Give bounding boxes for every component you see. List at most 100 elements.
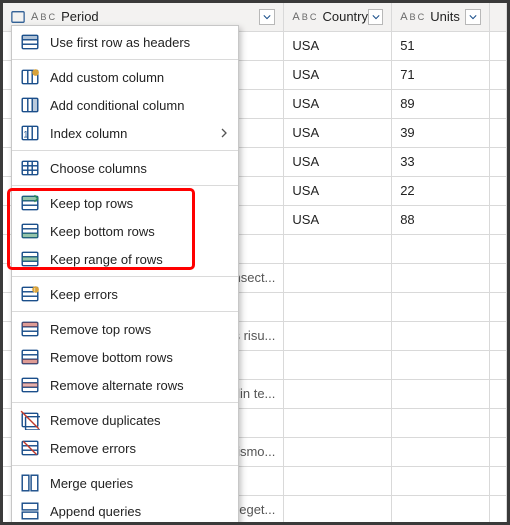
column-header-tail <box>490 3 507 32</box>
menu-item-label: Add custom column <box>50 70 228 85</box>
menu-item-label: Remove bottom rows <box>50 350 228 365</box>
keeprange-icon <box>20 249 40 269</box>
menu-item-add-cond-col[interactable]: Add conditional column <box>12 91 238 119</box>
cell-country <box>284 496 392 525</box>
cell-country <box>284 235 392 264</box>
menu-item-keep-errors[interactable]: ! Keep errors <box>12 280 238 308</box>
menu-separator <box>12 465 238 466</box>
app-frame: ABC Period ABC Country ABC Units <box>0 0 510 525</box>
menu-item-remove-alt[interactable]: Remove alternate rows <box>12 371 238 399</box>
cell-units: 33 <box>392 148 490 177</box>
keepbottom-icon <box>20 221 40 241</box>
cell-units <box>392 264 490 293</box>
menu-item-index-col[interactable]: 1Index column <box>12 119 238 147</box>
menu-item-keep-top[interactable]: Keep top rows <box>12 189 238 217</box>
menu-separator <box>12 59 238 60</box>
cell-tail <box>490 90 507 119</box>
column-filter-button[interactable] <box>465 9 481 25</box>
cell-country <box>284 438 392 467</box>
cell-units <box>392 409 490 438</box>
column-header-country[interactable]: ABC Country <box>284 3 392 32</box>
column-header-label: Units <box>430 7 460 27</box>
cell-units: 22 <box>392 177 490 206</box>
cell-units: 71 <box>392 61 490 90</box>
menu-item-remove-bottom[interactable]: Remove bottom rows <box>12 343 238 371</box>
cell-country <box>284 264 392 293</box>
cell-country: USA <box>284 177 392 206</box>
cell-country: USA <box>284 90 392 119</box>
abc-badge: ABC <box>292 7 316 27</box>
menu-item-merge-q[interactable]: Merge queries <box>12 469 238 497</box>
menu-item-add-custom-col[interactable]: Add custom column <box>12 63 238 91</box>
column-filter-button[interactable] <box>368 9 383 25</box>
cell-units <box>392 235 490 264</box>
menu-item-use-first-row[interactable]: Use first row as headers <box>12 28 238 56</box>
abc-badge: ABC <box>31 7 55 27</box>
cell-tail <box>490 148 507 177</box>
cell-tail <box>490 322 507 351</box>
column-filter-button[interactable] <box>259 9 275 25</box>
menu-item-keep-bottom[interactable]: Keep bottom rows <box>12 217 238 245</box>
menu-item-append-q[interactable]: Append queries <box>12 497 238 525</box>
remdup-icon <box>20 410 40 430</box>
cell-tail <box>490 467 507 496</box>
menu-item-label: Keep errors <box>50 287 228 302</box>
menu-item-remove-top[interactable]: Remove top rows <box>12 315 238 343</box>
cell-units: 39 <box>392 119 490 148</box>
cell-tail <box>490 235 507 264</box>
menu-item-remove-err[interactable]: Remove errors <box>12 434 238 462</box>
cell-country <box>284 293 392 322</box>
svg-text:!: ! <box>34 287 36 294</box>
menu-item-label: Remove top rows <box>50 322 228 337</box>
column-header-label: Period <box>61 7 99 27</box>
cell-tail <box>490 438 507 467</box>
cell-units <box>392 380 490 409</box>
menu-item-remove-dup[interactable]: Remove duplicates <box>12 406 238 434</box>
text-type-icon <box>11 10 25 24</box>
menu-item-label: Remove alternate rows <box>50 378 228 393</box>
cell-country <box>284 409 392 438</box>
column-header-units[interactable]: ABC Units <box>392 3 490 32</box>
cell-tail <box>490 351 507 380</box>
cell-country <box>284 351 392 380</box>
cell-tail <box>490 61 507 90</box>
svg-text:1: 1 <box>23 129 28 139</box>
remalt-icon <box>20 375 40 395</box>
cell-units <box>392 293 490 322</box>
cell-tail <box>490 409 507 438</box>
addcol-icon <box>20 67 40 87</box>
context-menu: Use first row as headers Add custom colum… <box>11 25 239 525</box>
choose-icon <box>20 158 40 178</box>
merge-icon <box>20 473 40 493</box>
cell-country <box>284 322 392 351</box>
menu-item-label: Remove errors <box>50 441 228 456</box>
remerr-icon <box>20 438 40 458</box>
cell-units <box>392 467 490 496</box>
menu-separator <box>12 311 238 312</box>
cell-units: 51 <box>392 32 490 61</box>
cell-tail <box>490 119 507 148</box>
menu-separator <box>12 150 238 151</box>
cell-country: USA <box>284 32 392 61</box>
abc-badge: ABC <box>400 7 424 27</box>
cell-units <box>392 322 490 351</box>
cell-tail <box>490 177 507 206</box>
cell-country: USA <box>284 148 392 177</box>
cell-country <box>284 380 392 409</box>
cell-units <box>392 438 490 467</box>
cell-tail <box>490 32 507 61</box>
chevron-down-icon <box>263 13 271 21</box>
menu-item-choose-cols[interactable]: Choose columns <box>12 154 238 182</box>
menu-item-label: Use first row as headers <box>50 35 228 50</box>
menu-item-label: Choose columns <box>50 161 228 176</box>
cell-tail <box>490 293 507 322</box>
menu-separator <box>12 402 238 403</box>
menu-item-label: Merge queries <box>50 476 228 491</box>
menu-item-label: Add conditional column <box>50 98 228 113</box>
cell-units: 89 <box>392 90 490 119</box>
cell-tail <box>490 264 507 293</box>
cell-tail <box>490 380 507 409</box>
menu-item-keep-range[interactable]: Keep range of rows <box>12 245 238 273</box>
chevron-down-icon <box>469 13 477 21</box>
cell-tail <box>490 206 507 235</box>
